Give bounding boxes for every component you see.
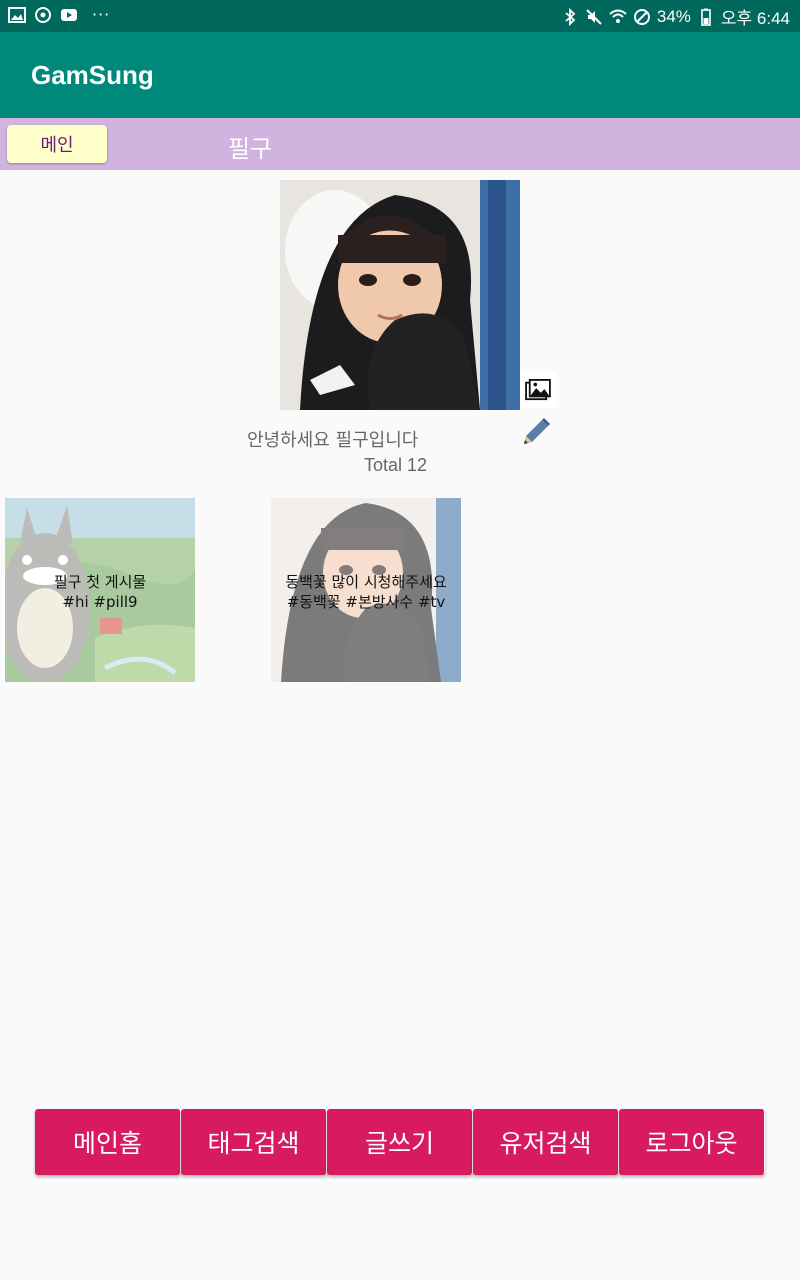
sync-icon bbox=[35, 7, 51, 23]
post-tags: #동백꽃 #본방사수 #tv bbox=[286, 593, 446, 611]
more-notifications: ··· bbox=[92, 5, 111, 24]
tag-search-button[interactable]: 태그검색 bbox=[181, 1109, 327, 1175]
youtube-icon bbox=[61, 9, 77, 21]
change-photo-button[interactable] bbox=[520, 372, 556, 408]
profile-photo[interactable] bbox=[280, 180, 520, 410]
app-title: GamSung bbox=[31, 60, 154, 90]
app-bar: GamSung bbox=[0, 32, 800, 118]
bluetooth-icon bbox=[565, 7, 576, 26]
post-tags: #hi #pill9 bbox=[62, 593, 138, 611]
post-thumbnail[interactable]: 필구 첫 게시물 #hi #pill9 bbox=[5, 498, 195, 682]
user-search-button[interactable]: 유저검색 bbox=[473, 1109, 619, 1175]
profile-greeting: 안녕하세요 필구입니다 bbox=[247, 430, 419, 451]
pencil-icon bbox=[524, 418, 550, 444]
profile-username: 필구 bbox=[228, 135, 273, 163]
main-button[interactable]: 메인 bbox=[7, 125, 107, 163]
bottom-nav: 메인홈 태그검색 글쓰기 유저검색 로그아웃 bbox=[35, 1109, 765, 1175]
status-bar: ··· 34% 오후 6:44 bbox=[0, 0, 800, 32]
post-title: 필구 첫 게시물 bbox=[53, 573, 147, 591]
gallery-icon bbox=[525, 379, 551, 401]
write-post-button[interactable]: 글쓰기 bbox=[327, 1109, 473, 1175]
battery-icon bbox=[701, 8, 711, 26]
post-caption: 동백꽃 많이 시청해주세요 #동백꽃 #본방사수 #tv bbox=[271, 572, 461, 612]
main-home-button[interactable]: 메인홈 bbox=[35, 1109, 181, 1175]
clock: 오후 6:44 bbox=[720, 9, 790, 28]
no-signal-icon bbox=[633, 8, 650, 25]
post-caption: 필구 첫 게시물 #hi #pill9 bbox=[5, 572, 195, 612]
logout-button[interactable]: 로그아웃 bbox=[619, 1109, 765, 1175]
mute-icon bbox=[586, 8, 602, 25]
post-thumbnail[interactable]: 동백꽃 많이 시청해주세요 #동백꽃 #본방사수 #tv bbox=[271, 498, 461, 682]
battery-percent: 34% bbox=[656, 6, 691, 26]
post-title: 동백꽃 많이 시청해주세요 bbox=[285, 573, 447, 591]
profile-header: 메인 필구 bbox=[0, 118, 800, 170]
wifi-icon bbox=[609, 9, 627, 23]
image-icon bbox=[8, 7, 26, 23]
edit-profile-button[interactable] bbox=[518, 414, 554, 450]
post-total: Total 12 bbox=[364, 455, 428, 475]
